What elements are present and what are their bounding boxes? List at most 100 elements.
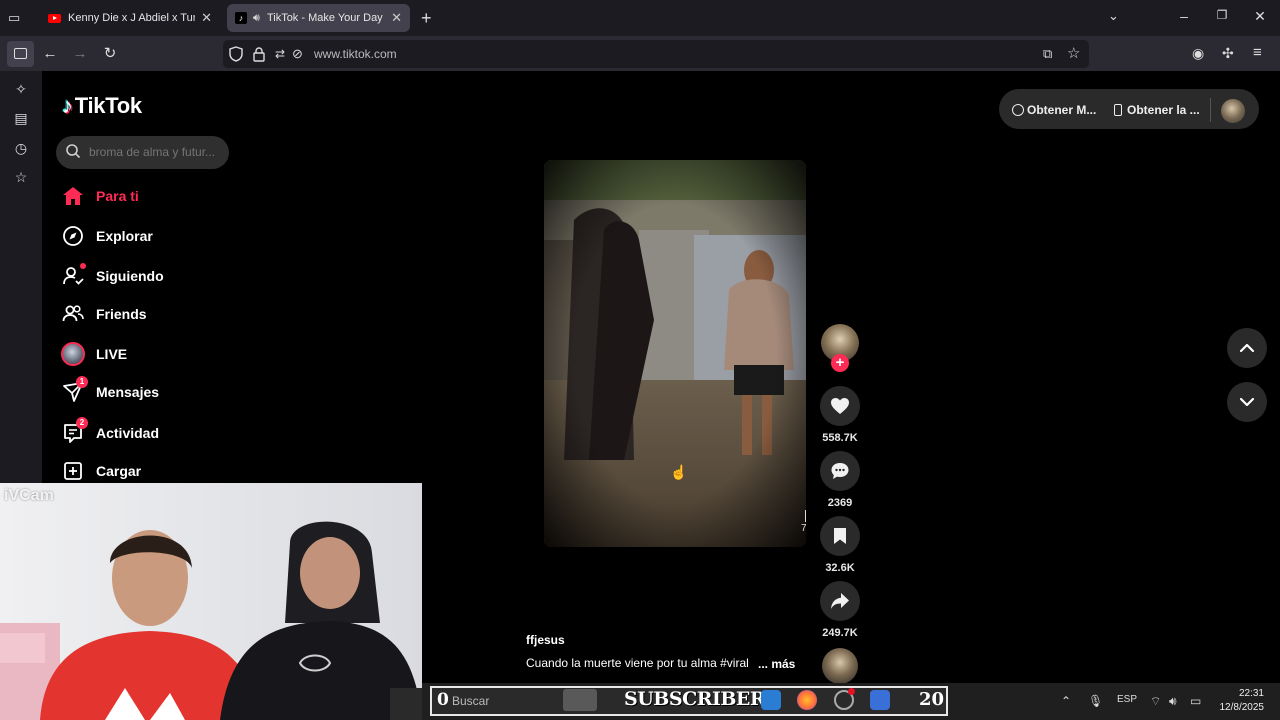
get-coins-button[interactable]: Obtener M... — [1012, 103, 1096, 117]
close-tab-icon[interactable]: ✕ — [201, 10, 212, 26]
more-caption-button[interactable]: ... más — [758, 657, 795, 671]
reload-button[interactable]: ↻ — [100, 44, 120, 64]
taskbar-clock[interactable]: 22:31 12/8/2025 — [1218, 687, 1265, 715]
comment-button[interactable] — [820, 451, 860, 491]
sidebar-toggle-button[interactable] — [7, 41, 34, 67]
sidebar-item-cargar[interactable]: Cargar — [60, 458, 141, 484]
save-button[interactable] — [820, 516, 860, 556]
speaker-icon[interactable]: 🔊︎ — [253, 12, 260, 25]
follow-button[interactable]: + — [831, 354, 849, 372]
messages-icon: 1 — [60, 376, 88, 404]
close-window-button[interactable]: ✕ — [1250, 8, 1270, 25]
bookmark-icon — [834, 528, 846, 544]
microphone-icon[interactable]: 🎙︎ — [1088, 694, 1103, 708]
activity-icon: 2 — [60, 417, 88, 445]
tab-title: Kenny Die x J Abdiel x Tury - Pa — [68, 12, 196, 24]
sidebar-item-label: Friends — [96, 306, 147, 322]
forward-button[interactable]: → — [70, 44, 90, 64]
cursor-icon: ☝ — [670, 464, 688, 480]
sidebar-item-actividad[interactable]: 2 Actividad — [60, 417, 159, 446]
messages-badge: 1 — [76, 376, 88, 388]
lock-icon[interactable] — [252, 46, 266, 62]
subscribers-label: SUBSCRIBERS — [624, 688, 779, 710]
tab-title: TikTok - Make Your Day — [266, 12, 383, 24]
share-button[interactable] — [820, 581, 860, 621]
get-coins-label: Obtener M... — [1027, 103, 1097, 117]
taskbar-search-placeholder[interactable]: Buscar — [452, 694, 489, 708]
video-author[interactable]: ffjesus — [526, 633, 565, 647]
ai-chatbot-icon[interactable]: ✧ — [11, 79, 31, 99]
bookmarks-icon[interactable]: ☆ — [11, 167, 31, 187]
comments-count: 2369 — [827, 497, 853, 509]
list-all-tabs-icon[interactable]: ⌄ — [1108, 8, 1119, 24]
tiktok-logo[interactable]: ♪TikTok — [62, 93, 142, 119]
picture-in-picture-icon[interactable]: ⧉ — [1043, 46, 1052, 62]
tiktok-icon: ♪ — [235, 12, 247, 24]
profile-avatar[interactable] — [1221, 99, 1245, 123]
subscribers-prefix: 0 — [437, 690, 449, 710]
wifi-icon[interactable]: ⌔ — [1150, 694, 1161, 709]
tab-youtube[interactable]: Kenny Die x J Abdiel x Tury - Pa ✕ — [40, 4, 220, 32]
sidebar-item-live[interactable]: LIVE — [60, 341, 127, 367]
restore-button[interactable]: ❐ — [1212, 8, 1232, 22]
volume-icon[interactable]: 🔊︎ — [1169, 694, 1177, 709]
new-tab-button[interactable]: + — [421, 8, 432, 29]
autoplay-blocked-icon[interactable]: ⊘ — [292, 46, 303, 62]
search-input[interactable] — [89, 145, 223, 159]
history-icon[interactable]: ◷ — [11, 138, 31, 158]
search-icon[interactable] — [65, 143, 81, 159]
get-app-button[interactable]: Obtener la ... — [1114, 103, 1200, 117]
divider — [1210, 98, 1211, 122]
previous-video-button[interactable] — [1227, 328, 1267, 368]
coin-icon — [1012, 104, 1024, 116]
video-progress-marker[interactable] — [805, 510, 806, 522]
account-icon[interactable]: ◉ — [1192, 45, 1204, 62]
sidebar-item-para-ti[interactable]: Para ti — [60, 183, 139, 209]
tab-tiktok[interactable]: ♪ 🔊︎ TikTok - Make Your Day ✕ — [227, 4, 410, 32]
sidebar-icon — [14, 48, 27, 59]
tab-list-icon[interactable]: ▭ — [8, 10, 26, 26]
share-icon — [831, 593, 849, 609]
friends-icon — [60, 302, 86, 326]
like-button[interactable] — [820, 386, 860, 426]
sidebar-item-label: Siguiendo — [96, 268, 164, 284]
saves-count: 32.6K — [825, 562, 855, 574]
extensions-icon[interactable]: ✣ — [1222, 45, 1234, 62]
sidebar-item-explorar[interactable]: Explorar — [60, 223, 153, 249]
elephant-widget-icon — [563, 689, 597, 711]
activity-badge: 2 — [76, 417, 88, 429]
upload-icon — [60, 459, 86, 483]
chevron-up-icon — [1239, 343, 1255, 353]
notification-dot — [80, 263, 86, 269]
youtube-icon — [48, 13, 61, 23]
video-player[interactable] — [544, 160, 806, 547]
chevron-up-icon[interactable]: ⌃ — [1061, 694, 1071, 708]
chevron-down-icon — [1239, 397, 1255, 407]
comment-icon — [831, 463, 849, 479]
battery-icon[interactable]: ▭ — [1190, 694, 1201, 708]
subscribers-count: 20 — [919, 689, 945, 710]
synced-tabs-icon[interactable]: ▤ — [11, 108, 31, 128]
bookmark-star-icon[interactable]: ☆ — [1067, 44, 1080, 62]
music-disc-avatar[interactable] — [822, 648, 858, 684]
ivcam-icon[interactable] — [870, 690, 890, 710]
close-tab-icon[interactable]: ✕ — [391, 10, 402, 26]
video-caption: Cuando la muerte viene por tu alma #vira… — [526, 656, 749, 670]
next-video-button[interactable] — [1227, 382, 1267, 422]
permissions-icon[interactable]: ⇄ — [275, 47, 285, 61]
back-button[interactable]: ← — [40, 44, 60, 64]
url-text[interactable]: www.tiktok.com — [314, 47, 397, 61]
live-icon — [60, 342, 86, 366]
firefox-icon[interactable] — [797, 690, 817, 710]
language-indicator[interactable]: ESP — [1117, 694, 1137, 705]
menu-icon[interactable]: ≡ — [1253, 44, 1262, 61]
clock-time: 22:31 — [1238, 688, 1264, 699]
sidebar-item-mensajes[interactable]: 1 Mensajes — [60, 376, 159, 405]
home-icon — [60, 184, 86, 208]
sidebar-item-friends[interactable]: Friends — [60, 301, 147, 327]
minimize-button[interactable]: – — [1174, 8, 1194, 24]
likes-count: 558.7K — [822, 432, 858, 444]
sidebar-item-siguiendo[interactable]: Siguiendo — [60, 263, 164, 289]
outlook-icon[interactable] — [761, 690, 781, 710]
shield-icon[interactable] — [229, 46, 243, 62]
